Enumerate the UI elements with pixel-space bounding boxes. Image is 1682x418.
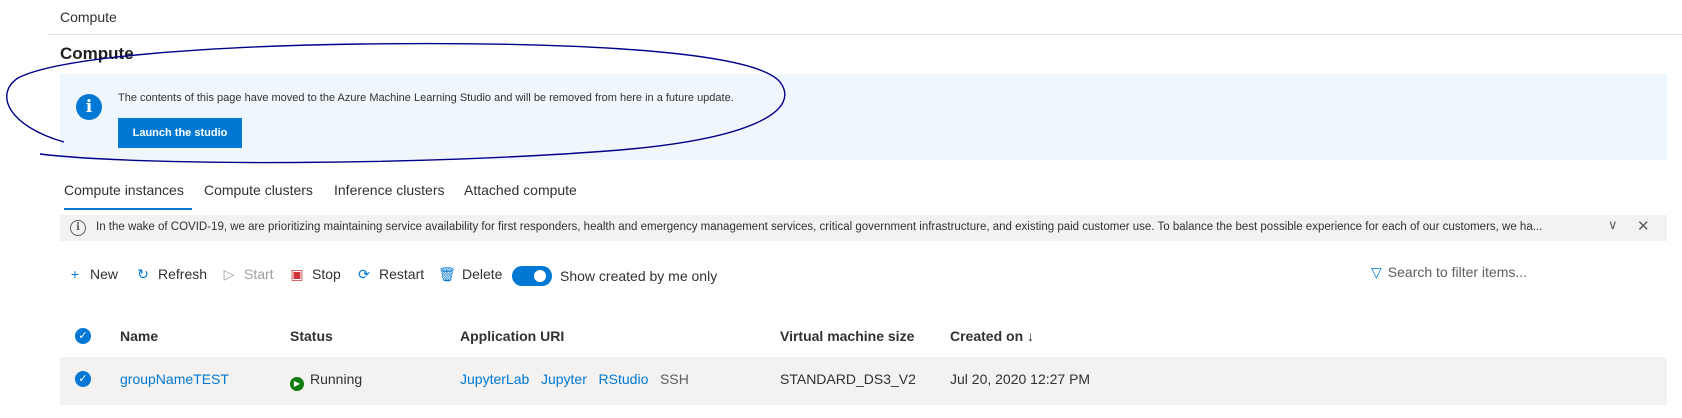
refresh-icon: ↻ xyxy=(137,266,149,282)
column-header-vm-size[interactable]: Virtual machine size xyxy=(780,328,914,344)
column-header-created-on[interactable]: Created on ↓ xyxy=(950,328,1034,344)
toggle-knob xyxy=(534,270,546,282)
notice-text: In the wake of COVID-19, we are prioriti… xyxy=(96,221,1543,233)
start-button[interactable]: ▷ Start xyxy=(220,266,274,283)
application-uri-cell: JupyterLab Jupyter RStudio SSH xyxy=(460,371,689,387)
refresh-button[interactable]: ↻ Refresh xyxy=(134,266,207,283)
play-icon: ▷ xyxy=(223,266,235,282)
vm-size-cell: STANDARD_DS3_V2 xyxy=(780,371,916,387)
tab-attached-compute[interactable]: Attached compute xyxy=(464,182,577,198)
header-divider xyxy=(48,34,1682,35)
tab-compute-instances[interactable]: Compute instances xyxy=(64,182,184,198)
restart-icon: ⟳ xyxy=(358,266,370,282)
stop-icon: ▣ xyxy=(290,266,304,282)
ssh-link[interactable]: SSH xyxy=(660,371,689,387)
trash-icon: 🗑 xyxy=(438,266,456,282)
jupyterlab-link[interactable]: JupyterLab xyxy=(460,371,529,387)
column-header-application-uri[interactable]: Application URI xyxy=(460,328,564,344)
search-input[interactable]: ▽ Search to filter items... xyxy=(1371,264,1527,281)
hand-drawn-annotation-ellipse xyxy=(6,42,786,164)
show-mine-toggle[interactable] xyxy=(512,266,552,286)
status-cell: ▶ Running xyxy=(290,371,362,391)
instance-name-link[interactable]: groupNameTEST xyxy=(120,371,229,387)
new-button[interactable]: + New xyxy=(66,266,118,282)
rstudio-link[interactable]: RStudio xyxy=(599,371,649,387)
close-icon[interactable]: ✕ xyxy=(1637,217,1650,235)
select-all-checkbox[interactable]: ✓ xyxy=(75,328,91,344)
toggle-label: Show created by me only xyxy=(560,268,718,284)
filter-icon: ▽ xyxy=(1371,264,1382,280)
jupyter-link[interactable]: Jupyter xyxy=(541,371,587,387)
plus-icon: + xyxy=(70,266,80,282)
info-icon: i xyxy=(70,220,86,236)
expand-chevron-icon[interactable]: ∨ xyxy=(1608,217,1618,233)
tab-inference-clusters[interactable]: Inference clusters xyxy=(334,182,445,198)
restart-button[interactable]: ⟳ Restart xyxy=(355,266,424,283)
tab-compute-clusters[interactable]: Compute clusters xyxy=(204,182,313,198)
active-tab-indicator xyxy=(64,208,192,210)
running-status-icon: ▶ xyxy=(290,377,304,391)
created-on-cell: Jul 20, 2020 12:27 PM xyxy=(950,371,1091,387)
delete-button[interactable]: 🗑 Delete xyxy=(438,266,502,283)
stop-button[interactable]: ▣ Stop xyxy=(288,266,340,283)
column-header-status[interactable]: Status xyxy=(290,328,333,344)
breadcrumb[interactable]: Compute xyxy=(60,9,117,25)
column-header-name[interactable]: Name xyxy=(120,328,158,344)
row-checkbox[interactable]: ✓ xyxy=(75,371,91,387)
